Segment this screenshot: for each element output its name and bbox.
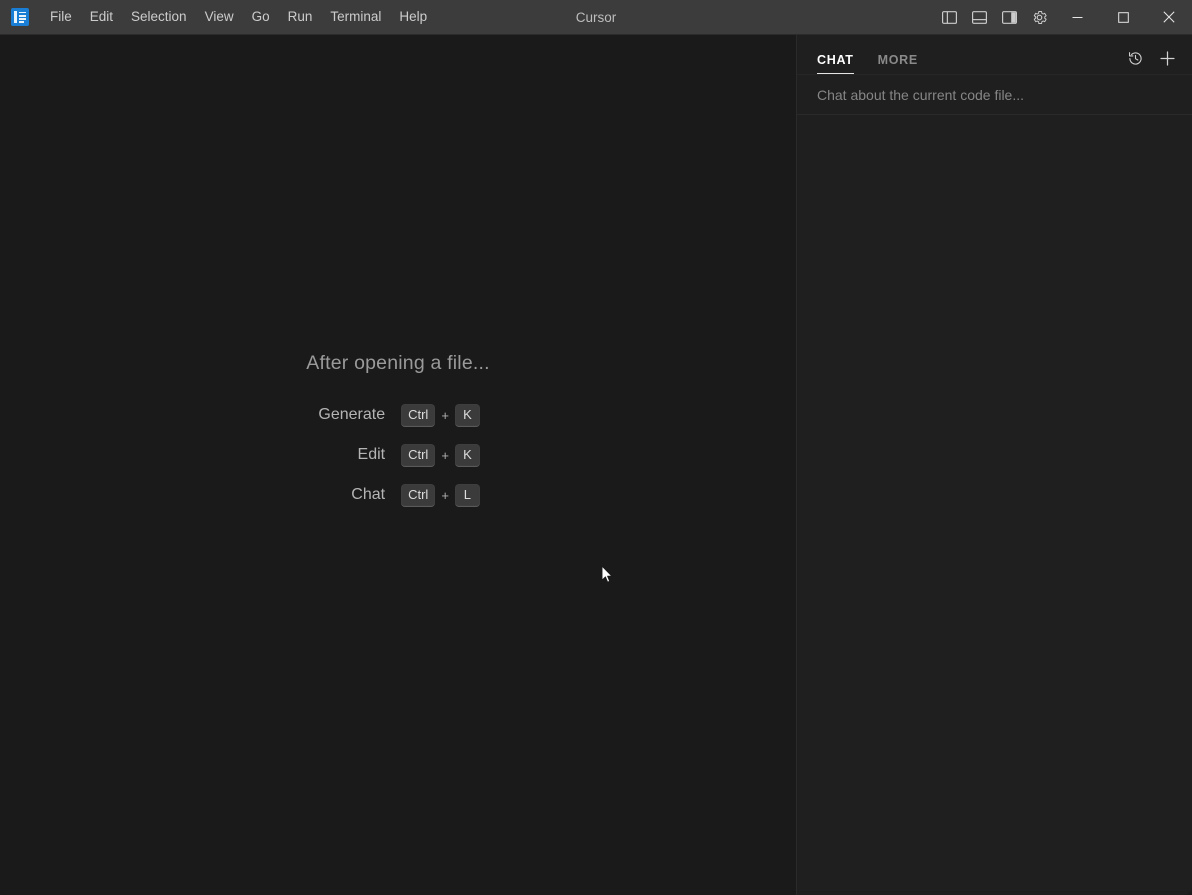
editor-watermark: After opening a file... Generate Ctrl + … — [306, 352, 490, 508]
shortcut-row-edit: Edit Ctrl + K — [316, 442, 480, 468]
key-ctrl: Ctrl — [401, 483, 436, 507]
menu-item-go[interactable]: Go — [243, 4, 279, 30]
watermark-title: After opening a file... — [306, 352, 490, 374]
menu-item-terminal[interactable]: Terminal — [321, 4, 390, 30]
chat-input-placeholder: Chat about the current code file... — [817, 86, 1025, 103]
menu-item-file[interactable]: File — [41, 4, 81, 30]
cursor-app-icon — [11, 8, 29, 26]
toggle-primary-sidebar-icon[interactable] — [934, 0, 964, 35]
menu-item-selection[interactable]: Selection — [122, 4, 196, 30]
chat-panel: CHAT MORE Chat about the current code fi… — [797, 35, 1192, 895]
new-chat-icon[interactable] — [1154, 45, 1180, 71]
shortcut-keys-chat: Ctrl + L — [401, 483, 480, 507]
toggle-panel-icon[interactable] — [964, 0, 994, 35]
menu-bar: File Edit Selection View Go Run Terminal… — [41, 0, 436, 34]
menu-item-edit[interactable]: Edit — [81, 4, 122, 30]
key-separator: + — [441, 487, 449, 503]
app-window: File Edit Selection View Go Run Terminal… — [0, 0, 1192, 895]
menu-item-view[interactable]: View — [196, 4, 243, 30]
shortcut-label-generate: Generate — [318, 406, 386, 423]
chat-header-actions — [1122, 45, 1180, 74]
shortcut-label-chat: Chat — [351, 486, 386, 503]
chat-message-list — [797, 115, 1192, 895]
key-separator: + — [441, 407, 449, 423]
shortcut-row-generate: Generate Ctrl + K — [316, 402, 480, 428]
minimize-button[interactable] — [1054, 0, 1100, 35]
menu-item-help[interactable]: Help — [390, 4, 436, 30]
title-bar: File Edit Selection View Go Run Terminal… — [0, 0, 1192, 35]
close-button[interactable] — [1146, 0, 1192, 35]
chat-input-area[interactable]: Chat about the current code file... — [797, 74, 1192, 115]
shortcut-row-chat: Chat Ctrl + L — [316, 482, 480, 508]
watermark-shortcut-list: Generate Ctrl + K Edit Ctrl + K Chat Ctr… — [316, 402, 480, 508]
shortcut-keys-generate: Ctrl + K — [401, 403, 480, 427]
title-bar-actions — [934, 0, 1192, 34]
key-separator: + — [441, 447, 449, 463]
chat-panel-header: CHAT MORE — [797, 35, 1192, 74]
toggle-secondary-sidebar-icon[interactable] — [994, 0, 1024, 35]
shortcut-keys-edit: Ctrl + K — [401, 443, 480, 467]
key-k: K — [454, 403, 480, 427]
tab-more[interactable]: MORE — [878, 53, 918, 74]
chat-tab-list: CHAT MORE — [817, 35, 918, 74]
workbench: After opening a file... Generate Ctrl + … — [0, 35, 1192, 895]
key-l: L — [454, 483, 480, 507]
key-k: K — [454, 443, 480, 467]
gear-icon[interactable] — [1024, 0, 1054, 35]
key-ctrl: Ctrl — [401, 443, 436, 467]
key-ctrl: Ctrl — [401, 403, 436, 427]
menu-item-run[interactable]: Run — [279, 4, 322, 30]
chat-history-icon[interactable] — [1122, 45, 1148, 71]
editor-area[interactable]: After opening a file... Generate Ctrl + … — [0, 35, 797, 895]
maximize-button[interactable] — [1100, 0, 1146, 35]
tab-chat[interactable]: CHAT — [817, 53, 854, 74]
mouse-pointer-icon — [601, 565, 613, 584]
shortcut-label-edit: Edit — [357, 446, 386, 463]
